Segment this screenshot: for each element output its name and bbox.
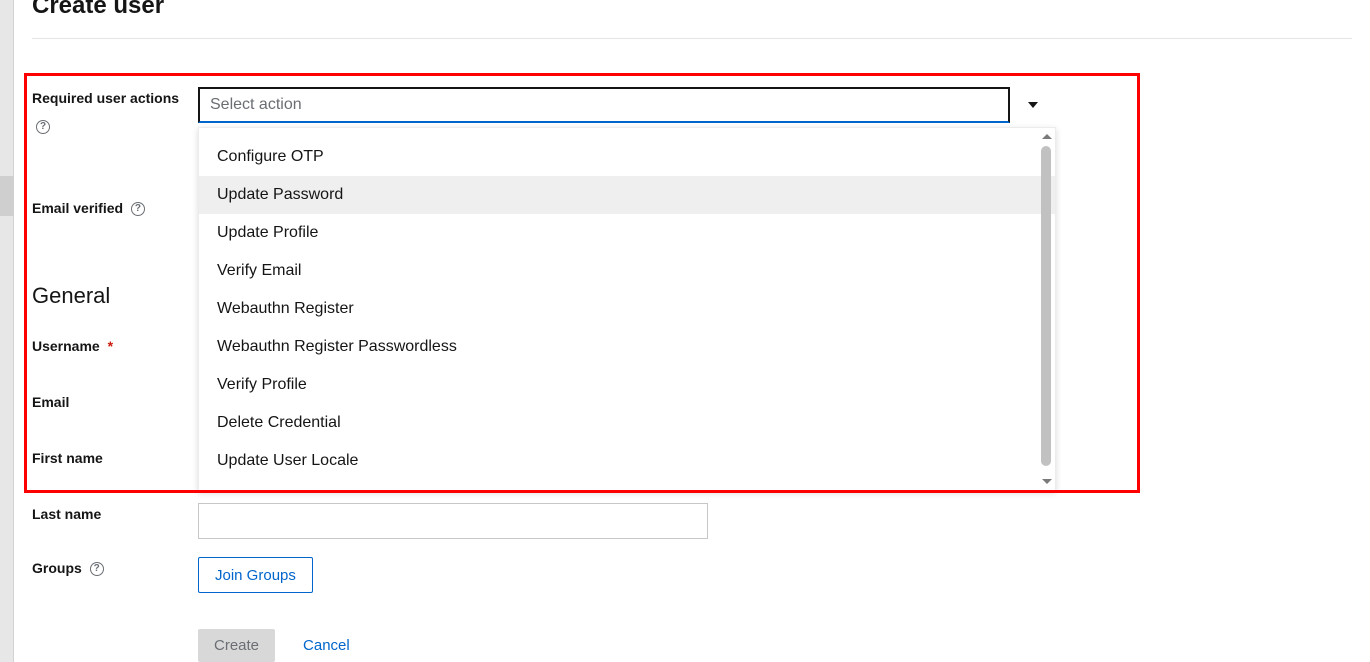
required-asterisk: *: [108, 338, 113, 354]
required-actions-placeholder: Select action: [210, 96, 302, 114]
dropdown-option[interactable]: Verify Profile: [199, 366, 1055, 404]
email-verified-label: Email verified ?: [32, 197, 198, 219]
scroll-down-icon: [1042, 479, 1052, 484]
dropdown-option[interactable]: Delete Credential: [199, 404, 1055, 442]
dropdown-option[interactable]: Webauthn Register Passwordless: [199, 328, 1055, 366]
dropdown-scrollbar[interactable]: [1039, 134, 1055, 484]
firstname-label-text: First name: [32, 450, 103, 466]
sidebar-strip: [0, 0, 14, 662]
cancel-button[interactable]: Cancel: [303, 637, 350, 654]
username-label: Username *: [32, 335, 198, 357]
lastname-input[interactable]: [198, 503, 708, 539]
required-user-actions-label-text: Required user actions: [32, 90, 179, 106]
groups-label: Groups ?: [32, 557, 198, 579]
scroll-up-icon: [1042, 134, 1052, 139]
groups-label-text: Groups: [32, 560, 82, 576]
lastname-label-text: Last name: [32, 506, 101, 522]
help-icon[interactable]: ?: [131, 202, 145, 216]
title-divider: [32, 38, 1352, 39]
dropdown-option[interactable]: Webauthn Register: [199, 290, 1055, 328]
dropdown-option[interactable]: Verify Email: [199, 252, 1055, 290]
page-title: Create user: [32, 0, 1370, 20]
dropdown-option[interactable]: Update User Locale: [199, 442, 1055, 480]
dropdown-option[interactable]: Configure OTP: [199, 138, 1055, 176]
firstname-label: First name: [32, 447, 198, 469]
email-verified-label-text: Email verified: [32, 200, 123, 216]
help-icon[interactable]: ?: [36, 120, 50, 134]
join-groups-button[interactable]: Join Groups: [198, 557, 313, 593]
required-actions-caret[interactable]: [1010, 87, 1056, 123]
caret-down-icon: [1028, 102, 1038, 108]
required-actions-dropdown: Configure OTP Update Password Update Pro…: [198, 127, 1056, 491]
create-button: Create: [198, 629, 275, 662]
scroll-thumb[interactable]: [1041, 146, 1051, 466]
dropdown-option[interactable]: Update Profile: [199, 214, 1055, 252]
username-label-text: Username: [32, 338, 100, 354]
required-user-actions-label: Required user actions ?: [32, 87, 198, 137]
email-label: Email: [32, 391, 198, 413]
required-actions-select[interactable]: Select action: [198, 87, 1056, 123]
email-label-text: Email: [32, 394, 69, 410]
lastname-label: Last name: [32, 503, 198, 525]
main-content: Create user Required user actions ? Sele…: [14, 0, 1370, 662]
help-icon[interactable]: ?: [90, 562, 104, 576]
required-actions-select-input[interactable]: Select action: [198, 87, 1010, 123]
dropdown-option[interactable]: Update Password: [199, 176, 1055, 214]
